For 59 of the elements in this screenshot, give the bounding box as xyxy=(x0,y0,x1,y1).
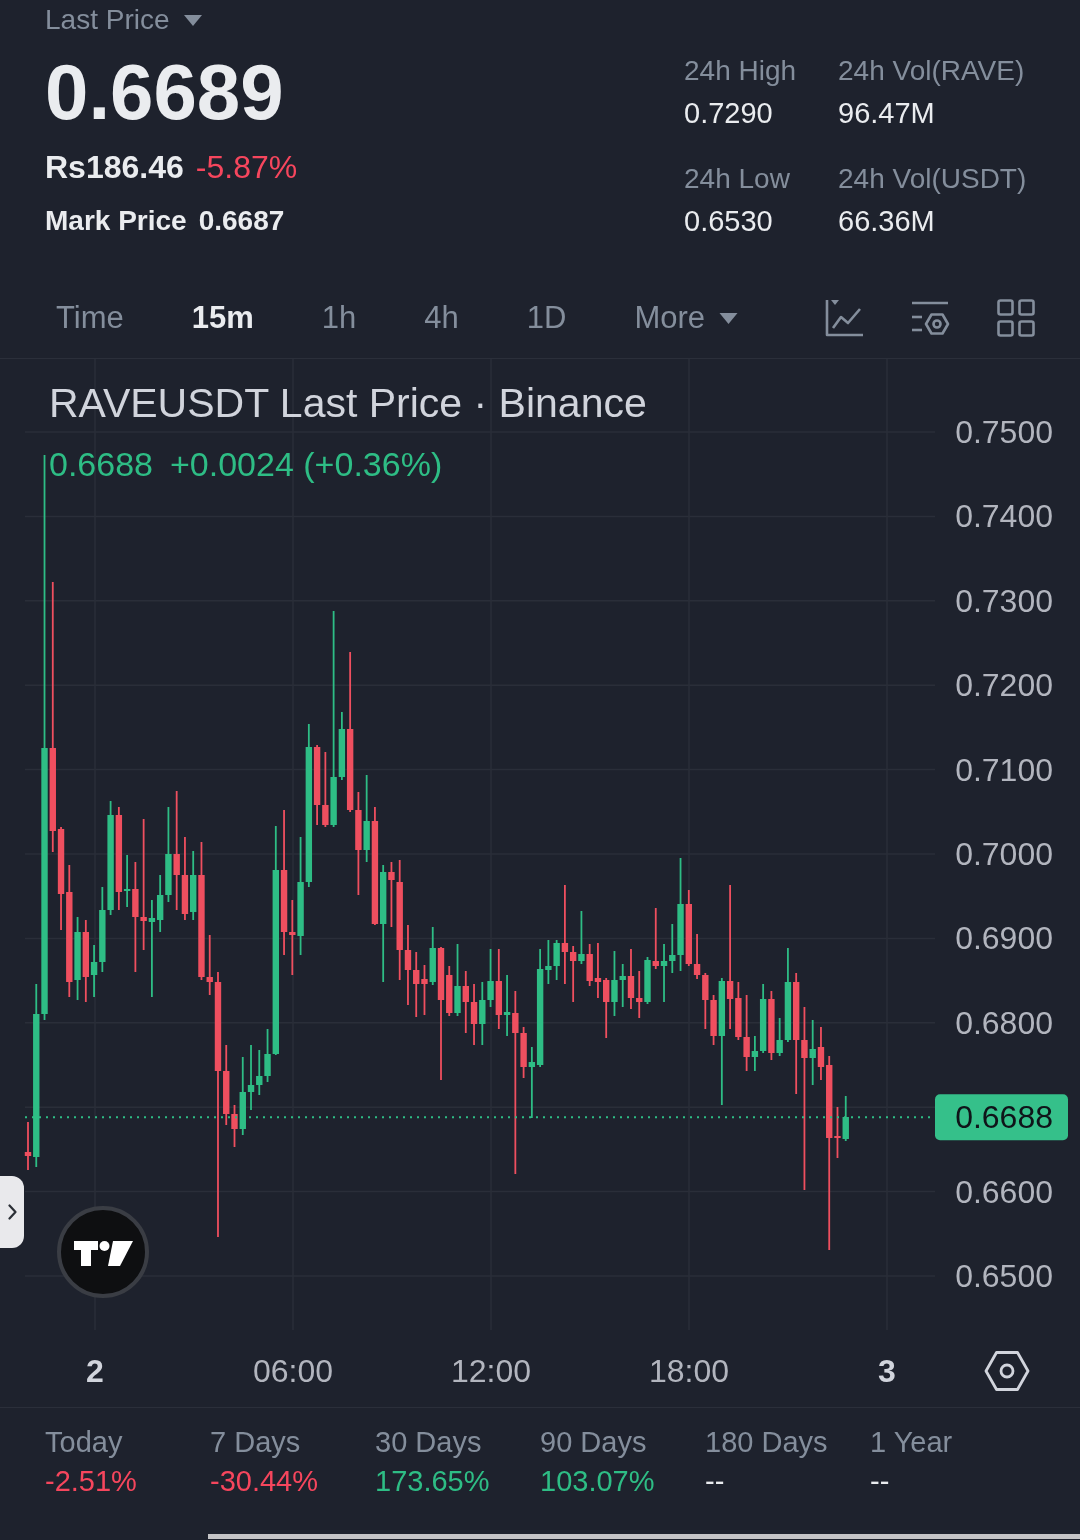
logo-icon xyxy=(57,1206,149,1298)
period-change: 103.07% xyxy=(540,1465,655,1497)
caret-down-icon xyxy=(183,14,202,26)
mark-price-label: Mark Price xyxy=(45,205,187,237)
interval-tab[interactable]: 1D xyxy=(526,300,567,336)
last-price: 0.6689 xyxy=(45,52,284,132)
chevron-right-icon xyxy=(7,1204,17,1220)
current-price-label: 0.6688 xyxy=(935,1094,1068,1141)
line-chart-icon[interactable] xyxy=(824,298,864,338)
price-change: -5.87% xyxy=(195,149,298,185)
period-change: -2.51% xyxy=(45,1465,137,1497)
caret-down-icon xyxy=(719,312,739,324)
price-axis-label: 0.7100 xyxy=(955,751,1053,788)
interval-tab[interactable]: 15m xyxy=(191,300,254,336)
stat-value: 0.7290 xyxy=(684,97,773,129)
stat-label: 24h Vol(USDT) xyxy=(838,163,1027,195)
period-change: 173.65% xyxy=(375,1465,490,1497)
time-axis-label: 06:00 xyxy=(252,1353,334,1389)
period-label: 1 Year xyxy=(870,1426,953,1458)
stat-value: 0.6530 xyxy=(684,205,773,237)
settings-icon[interactable] xyxy=(984,1351,1030,1391)
stat-label: 24h Vol(RAVE) xyxy=(838,55,1025,87)
stat-value: 66.36M xyxy=(838,205,935,237)
price-axis-label: 0.7400 xyxy=(955,498,1053,535)
period-label: 30 Days xyxy=(375,1426,482,1458)
period-label: 7 Days xyxy=(210,1426,301,1458)
period-change: -30.44% xyxy=(210,1465,318,1497)
grid-icon[interactable] xyxy=(996,298,1036,338)
period-label: 180 Days xyxy=(705,1426,828,1458)
time-axis-label: 3 xyxy=(878,1353,896,1389)
price-axis-label: 0.7500 xyxy=(955,414,1053,450)
price-axis-label: 0.6800 xyxy=(955,1004,1053,1041)
price-axis-label: 0.7200 xyxy=(955,667,1053,704)
price-type-selector[interactable]: Last Price xyxy=(45,4,202,36)
fiat-price: Rs186.46 xyxy=(45,149,184,185)
price-axis-label: 0.6900 xyxy=(955,920,1053,957)
price-axis-label: 0.6600 xyxy=(955,1173,1053,1210)
interval-tab[interactable]: 1h xyxy=(321,300,357,336)
more-menu-button[interactable]: More xyxy=(634,300,739,336)
interval-tab[interactable]: 4h xyxy=(424,300,459,336)
period-change: -- xyxy=(705,1465,725,1497)
price-axis-label: 0.6500 xyxy=(955,1258,1053,1294)
time-axis-label: 2 xyxy=(86,1353,104,1389)
price-axis-label: 0.7300 xyxy=(955,582,1053,619)
period-label: 90 Days xyxy=(540,1426,647,1458)
stat-value: 96.47M xyxy=(838,97,935,129)
expand-handle[interactable] xyxy=(0,1176,24,1248)
period-label: Today xyxy=(45,1426,123,1458)
legend-change: +0.0024 (+0.36%) xyxy=(170,444,443,484)
time-axis-label: 18:00 xyxy=(648,1353,730,1389)
price-axis-label: 0.7000 xyxy=(955,836,1053,872)
mark-price-value: 0.6687 xyxy=(198,205,285,237)
stat-label: 24h High xyxy=(684,55,797,87)
chart-title: RAVEUSDT Last Price · Binance xyxy=(49,379,647,427)
time-axis-label: 12:00 xyxy=(450,1353,532,1389)
legend-close: 0.6688 xyxy=(49,444,153,484)
period-change: -- xyxy=(870,1465,890,1497)
interval-tab[interactable]: Time xyxy=(56,300,124,336)
stat-label: 24h Low xyxy=(684,163,790,195)
